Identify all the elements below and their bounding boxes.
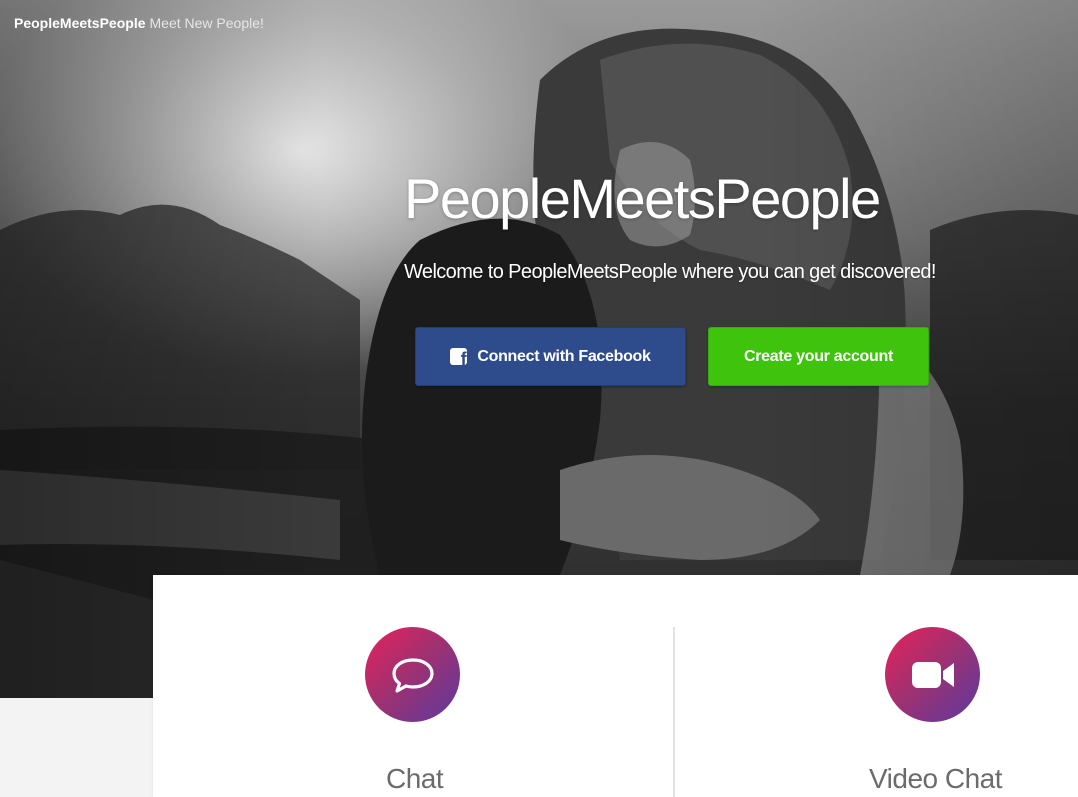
features-divider [673,627,675,797]
chat-feature-label[interactable]: Chat [386,763,444,795]
chat-feature-icon-circle[interactable] [365,627,460,722]
create-account-button[interactable]: Create your account [708,327,929,386]
hero-subtitle: Welcome to PeopleMeetsPeople where you c… [404,261,936,283]
video-camera-icon [911,661,954,688]
connect-facebook-label: Connect with Facebook [477,347,651,365]
video-chat-feature-icon-circle[interactable] [885,627,980,722]
landing-page: PeopleMeetsPeople Meet New People! People… [0,0,1078,797]
facebook-icon: f [450,348,468,365]
brand-name[interactable]: PeopleMeetsPeople [14,15,146,31]
chat-bubble-icon [391,657,434,693]
hero-title: PeopleMeetsPeople [404,167,881,230]
video-chat-feature-label[interactable]: Video Chat [869,763,1003,795]
brand-header[interactable]: PeopleMeetsPeople Meet New People! [14,15,264,31]
features-card: Chat Video Chat [153,575,1078,797]
brand-tagline: Meet New People! [149,15,264,31]
connect-facebook-button[interactable]: f Connect with Facebook [415,327,686,386]
create-account-label: Create your account [743,347,893,365]
